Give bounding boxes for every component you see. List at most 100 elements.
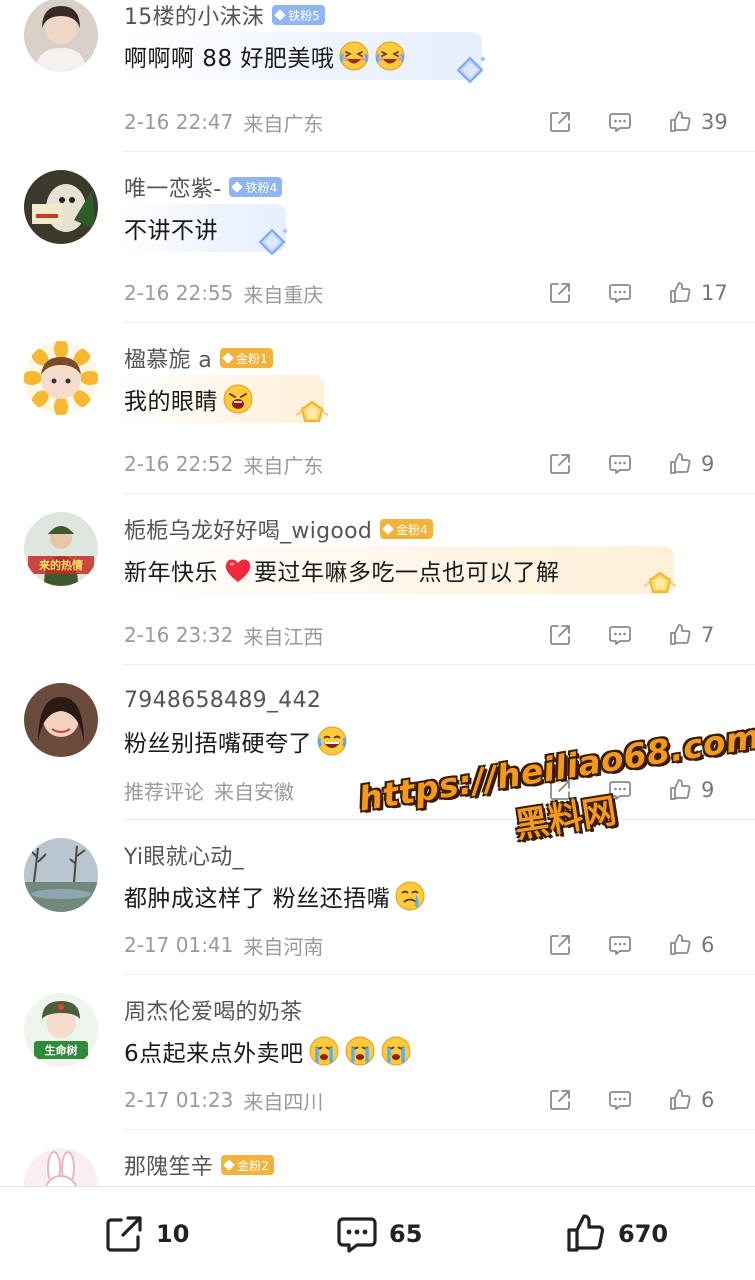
like-icon[interactable] (667, 280, 693, 306)
diamond-badge-icon (450, 50, 490, 90)
reply-icon[interactable] (607, 932, 633, 958)
share-icon[interactable] (547, 622, 573, 648)
comment-text: 6点起来点外卖吧 (124, 1033, 412, 1069)
sobbing-emoji (380, 1035, 412, 1067)
comment-actions: 9 (547, 449, 729, 479)
comment-meta: 2-16 22:55 来自重庆 (124, 278, 323, 308)
comment-text: 啊啊啊 88 好肥美哦 (124, 38, 406, 74)
avatar[interactable] (24, 838, 98, 912)
like-icon[interactable] (667, 109, 693, 135)
location: 来自四川 (243, 1089, 324, 1114)
crying-emoji (394, 880, 426, 912)
avatar[interactable]: 来的热情 (24, 512, 98, 586)
like-count: 670 (618, 1220, 669, 1248)
comment-meta: 2-17 01:41 来自河南 (124, 930, 323, 960)
like-count: 6 (701, 1088, 715, 1112)
scream-emoji (222, 383, 254, 415)
avatar[interactable] (24, 1148, 98, 1186)
crown-icon (222, 352, 234, 364)
timestamp: 2-17 01:23 (124, 1088, 234, 1112)
timestamp: 2-17 01:41 (124, 933, 234, 957)
comment-actions: 7 (547, 620, 729, 650)
like-icon[interactable] (667, 932, 693, 958)
avatar[interactable]: 生命树 (24, 993, 98, 1067)
fan-badge[interactable]: 铁粉4 (229, 177, 283, 197)
location: 来自江西 (243, 624, 324, 649)
location: 来自重庆 (243, 282, 324, 307)
heart-emoji (222, 554, 254, 586)
comment-icon (337, 1217, 377, 1253)
like-button[interactable]: 670 (564, 1211, 668, 1257)
share-icon[interactable] (547, 280, 573, 306)
diamond-icon (231, 181, 244, 193)
comment-text: 都肿成这样了 粉丝还捂嘴 (124, 878, 426, 914)
like-icon[interactable] (667, 1087, 693, 1113)
share-button[interactable]: 10 (102, 1211, 189, 1257)
fan-badge[interactable]: 铁粉5 (272, 5, 325, 25)
sobbing-emoji (344, 1035, 376, 1067)
reply-icon[interactable] (607, 1087, 633, 1113)
svg-text:生命树: 生命树 (45, 1043, 78, 1057)
username[interactable]: 唯一恋紫- (124, 171, 221, 203)
recommended-label: 推荐评论 (124, 779, 204, 804)
username[interactable]: 栀栀乌龙好好喝_wigood (124, 513, 372, 545)
like-icon[interactable] (667, 451, 693, 477)
fan-badge[interactable]: 金粉2 (221, 1155, 274, 1175)
reply-icon[interactable] (607, 451, 633, 477)
comment-actions: 39 (547, 107, 729, 137)
fan-badge[interactable]: 金粉1 (219, 348, 273, 368)
like-count: 17 (701, 281, 728, 305)
username[interactable]: 周杰伦爱喝的奶茶 (124, 994, 302, 1026)
avatar[interactable] (24, 170, 98, 244)
username-row: Yi眼就心动_ (124, 840, 244, 870)
comment-item: 15楼的小沫沫 铁粉5 啊啊啊 88 好肥美哦 2-16 22:47 来自广东 … (0, 0, 755, 152)
avatar[interactable] (24, 683, 98, 757)
reply-icon[interactable] (607, 109, 633, 135)
username[interactable]: 楹慕旎 a (124, 342, 212, 374)
username-row: 周杰伦爱喝的奶茶 (124, 995, 302, 1025)
comment-actions: 17 (547, 278, 729, 308)
diamond-badge-icon (252, 222, 292, 262)
avatar[interactable] (24, 341, 98, 415)
sobbing-emoji (308, 1035, 340, 1067)
username[interactable]: Yi眼就心动_ (124, 839, 244, 871)
share-icon (106, 1216, 142, 1252)
crown-icon (382, 523, 394, 535)
location: 来自广东 (243, 111, 324, 136)
comment-text: 不讲不讲 (124, 218, 218, 244)
comment-meta: 推荐评论 来自安徽 (124, 775, 294, 805)
share-icon[interactable] (547, 109, 573, 135)
comment-meta: 2-16 22:47 来自广东 (124, 107, 323, 137)
reply-icon[interactable] (607, 622, 633, 648)
comment-text: 新年快乐 要过年嘛多吃一点也可以了解 (124, 552, 560, 588)
crown-icon (223, 1159, 235, 1171)
reply-icon[interactable] (607, 280, 633, 306)
username[interactable]: 15楼的小沫沫 (124, 0, 264, 31)
share-icon[interactable] (547, 451, 573, 477)
comment-count: 65 (389, 1220, 423, 1248)
username[interactable]: 7948658489_442 (124, 688, 321, 713)
like-icon[interactable] (667, 622, 693, 648)
bottom-action-bar: 10 65 670 (0, 1186, 755, 1280)
share-icon[interactable] (547, 932, 573, 958)
comment-button[interactable]: 65 (335, 1211, 422, 1257)
location: 来自安徽 (214, 779, 294, 804)
comment-item: 唯一恋紫- 铁粉4 不讲不讲 2-16 22:55 来自重庆 17 (0, 152, 755, 323)
username-row: 15楼的小沫沫 铁粉5 (124, 0, 325, 30)
username[interactable]: 那隗笙辛 (124, 1149, 213, 1181)
avatar[interactable] (24, 0, 98, 72)
comment-text: 粉丝别捂嘴硬夸了 (124, 723, 348, 759)
share-icon[interactable] (547, 1087, 573, 1113)
comment-item: 来的热情 栀栀乌龙好好喝_wigood 金粉4 新年快乐 要过年嘛多吃一点也可以… (0, 494, 755, 665)
gold-badge-icon (292, 393, 332, 433)
thumbs-up-icon (567, 1214, 605, 1252)
like-count: 7 (701, 623, 715, 647)
tears-of-joy-emoji (316, 725, 348, 757)
like-count: 39 (701, 110, 728, 134)
username-row: 那隗笙辛 金粉2 (124, 1150, 274, 1180)
timestamp: 2-16 22:55 (124, 281, 234, 305)
svg-text:来的热情: 来的热情 (38, 558, 83, 572)
fan-badge[interactable]: 金粉4 (380, 519, 433, 539)
username-row: 楹慕旎 a 金粉1 (124, 343, 273, 373)
like-count: 6 (701, 933, 715, 957)
